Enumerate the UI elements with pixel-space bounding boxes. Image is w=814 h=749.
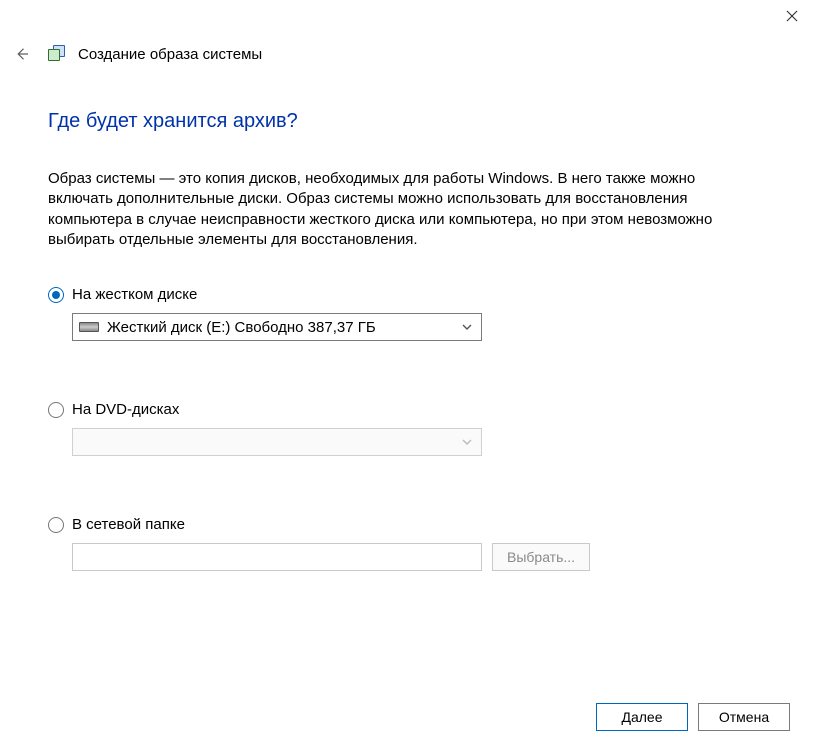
hard-disk-icon [79, 322, 99, 332]
option-hdd: На жестком диске Жесткий диск (E:) Свобо… [48, 286, 766, 341]
chevron-down-icon [459, 322, 475, 332]
network-path-input [72, 543, 482, 571]
chevron-down-icon [459, 437, 475, 447]
system-image-icon [48, 45, 66, 63]
hdd-dropdown-text: Жесткий диск (E:) Свободно 387,37 ГБ [107, 319, 459, 336]
page-heading: Где будет хранится архив? [48, 110, 766, 133]
radio-dvd[interactable] [48, 402, 64, 418]
back-button[interactable] [10, 42, 34, 66]
network-path-row: Выбрать... [72, 543, 766, 571]
option-network: В сетевой папке Выбрать... [48, 516, 766, 571]
header: Создание образа системы [10, 42, 262, 66]
footer: Далее Отмена [596, 703, 790, 731]
browse-button: Выбрать... [492, 543, 590, 571]
radio-row-dvd[interactable]: На DVD-дисках [48, 401, 766, 418]
page-description: Образ системы — это копия дисков, необхо… [48, 169, 748, 250]
radio-label-network: В сетевой папке [72, 516, 185, 533]
radio-hdd[interactable] [48, 287, 64, 303]
arrow-left-icon [13, 45, 31, 63]
option-dvd: На DVD-дисках [48, 401, 766, 456]
window-title: Создание образа системы [78, 46, 262, 63]
radio-row-network[interactable]: В сетевой папке [48, 516, 766, 533]
radio-network[interactable] [48, 517, 64, 533]
dvd-dropdown [72, 428, 482, 456]
close-button[interactable] [782, 6, 802, 26]
radio-label-hdd: На жестком диске [72, 286, 197, 303]
close-icon [786, 10, 798, 22]
content-area: Где будет хранится архив? Образ системы … [48, 110, 766, 631]
next-button[interactable]: Далее [596, 703, 688, 731]
radio-label-dvd: На DVD-дисках [72, 401, 179, 418]
hdd-dropdown[interactable]: Жесткий диск (E:) Свободно 387,37 ГБ [72, 313, 482, 341]
radio-row-hdd[interactable]: На жестком диске [48, 286, 766, 303]
cancel-button[interactable]: Отмена [698, 703, 790, 731]
